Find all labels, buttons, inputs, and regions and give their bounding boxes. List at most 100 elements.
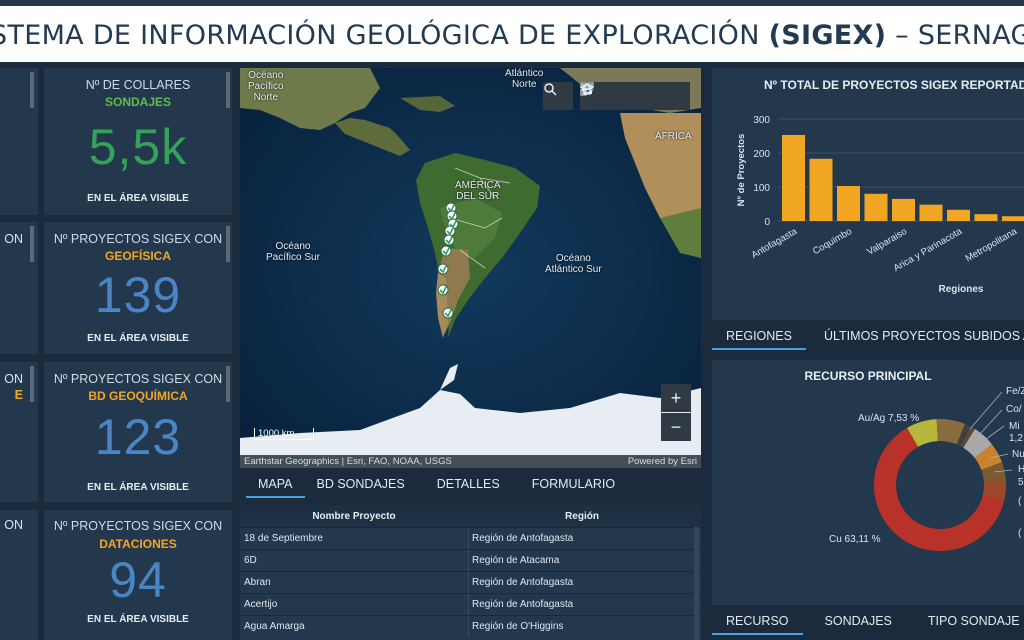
- card-scrollbar[interactable]: [226, 226, 230, 262]
- bar-chart-panel: Nº TOTAL DE PROYECTOS SIGEX REPORTADOS 0…: [712, 68, 1024, 320]
- stat-foot: EN EL ÁREA VISIBLE: [87, 614, 189, 625]
- bar-chart: 0100200300Antofagasta Coquimbo ValparaisoA…: [736, 115, 1024, 295]
- map-attribution-bar: Earthstar Geographics | Esri, FAO, NOAA,…: [240, 455, 701, 468]
- partial-card-label: ON: [4, 372, 23, 386]
- stat-value: 5,5k: [88, 119, 188, 175]
- stat-card-collares: Nº DE COLLARES SONDAJES 5,5k EN EL ÁREA …: [44, 68, 232, 215]
- table-header: Nombre Proyecto Región: [240, 505, 701, 527]
- map-label-america-sur: AMÉRICA DEL SUR: [455, 180, 501, 202]
- stat-foot: EN EL ÁREA VISIBLE: [87, 333, 189, 344]
- bar: [974, 214, 998, 221]
- zoom-out-button[interactable]: −: [661, 413, 691, 441]
- partial-card-label: ON: [4, 232, 23, 246]
- stat-sub: DATACIONES: [99, 537, 177, 551]
- map-attribution[interactable]: Earthstar Geographics | Esri, FAO, NOAA,…: [244, 456, 452, 467]
- table-row[interactable]: Abran Región de Antofagasta: [240, 571, 701, 593]
- powered-by-esri[interactable]: Powered by Esri: [628, 456, 697, 467]
- x-axis-label: Regiones: [938, 284, 983, 295]
- pie-label-fe: Fe/Z: [1006, 386, 1024, 397]
- bar: [809, 158, 833, 221]
- cell-nombre: Acertijo: [244, 599, 278, 610]
- table-scrollbar[interactable]: [694, 527, 699, 640]
- table-row[interactable]: Agua Amarga Región de O'Higgins: [240, 615, 701, 637]
- stat-card-geoquimica: Nº PROYECTOS SIGEX CON BD GEOQUÍMICA 123…: [44, 362, 232, 502]
- search-icon[interactable]: [543, 82, 573, 110]
- page-title: STEMA DE INFORMACIÓN GEOLÓGICA DE EXPLOR…: [0, 20, 1024, 51]
- map-label-africa: ÁFRICA: [655, 131, 692, 142]
- cell-nombre: Abran: [244, 577, 271, 588]
- leader-line: [977, 409, 1003, 437]
- map-label-atlantico-norte: Atlántico Norte: [505, 68, 544, 90]
- map-label-pacifico-norte: Océano Pacífico Norte: [248, 70, 284, 103]
- y-tick-label: 200: [753, 149, 770, 160]
- donut-slice[interactable]: [974, 444, 1002, 471]
- map-toolbar: [580, 82, 690, 110]
- zoom-in-button[interactable]: +: [661, 384, 691, 412]
- x-tick-label: Metropolitana: [964, 226, 1020, 265]
- cell-region: Región de Antofagasta: [468, 528, 693, 549]
- stat-foot: EN EL ÁREA VISIBLE: [87, 482, 189, 493]
- bar: [782, 134, 805, 221]
- bar: [864, 193, 888, 221]
- table-row[interactable]: 18 de Septiembre Región de Antofagasta: [240, 527, 701, 549]
- stat-sub: GEOFÍSICA: [104, 249, 171, 263]
- y-tick-label: 100: [753, 183, 770, 194]
- tab-detalles[interactable]: DETALLES: [417, 470, 520, 498]
- stat-label: Nº DE COLLARES: [85, 78, 191, 92]
- table-row[interactable]: Acertijo Región de Antofagasta: [240, 593, 701, 615]
- pie-tabs: RECURSO SONDAJES TIPO SONDAJE: [712, 607, 1024, 635]
- pie-label-nu: Nu: [1012, 449, 1024, 460]
- cell-nombre: 18 de Septiembre: [244, 533, 323, 544]
- map-view[interactable]: Océano Pacífico Norte Atlántico Norte ÁFRIC…: [240, 68, 701, 468]
- tab-tipo-sondaje[interactable]: TIPO SONDAJE: [914, 607, 1024, 635]
- pie-label-mi-pct: 1,2: [1009, 433, 1023, 444]
- stat-card-dataciones: Nº PROYECTOS SIGEX CON DATACIONES 94 EN …: [44, 510, 232, 640]
- table-row[interactable]: 6D Región de Atacama: [240, 549, 701, 571]
- y-tick-label: 300: [753, 115, 770, 126]
- donut-slice[interactable]: [936, 419, 966, 445]
- pie-label-au: Au/Ag 7,53 %: [858, 413, 920, 424]
- tab-sondajes[interactable]: SONDAJES: [803, 607, 914, 635]
- donut-slice[interactable]: [982, 480, 1006, 500]
- donut-slice[interactable]: [907, 419, 939, 448]
- card-scrollbar[interactable]: [226, 366, 230, 402]
- card-scrollbar[interactable]: [226, 72, 230, 108]
- partial-card-sub: E: [14, 388, 23, 402]
- map-label-pacifico-sur: Océano Pacífico Sur: [266, 241, 320, 263]
- tab-formulario[interactable]: FORMULARIO: [520, 470, 627, 498]
- partial-card-2: ON: [0, 222, 38, 354]
- column-header-region[interactable]: Región: [468, 505, 693, 527]
- x-tick-label: Coquimbo: [811, 226, 854, 257]
- stat-foot: EN EL ÁREA VISIBLE: [87, 193, 189, 204]
- tab-recurso[interactable]: RECURSO: [712, 607, 803, 635]
- pie-label-cu: Cu 63,11 %: [829, 534, 881, 545]
- cell-region: Región de Antofagasta: [468, 572, 693, 593]
- map-scale-bar: 1000 km: [254, 428, 314, 440]
- map-label-atlantico-sur: Océano Atlántico Sur: [545, 253, 602, 275]
- bar: [919, 204, 943, 221]
- bar: [947, 209, 970, 221]
- tab-ultimos-proyectos[interactable]: ÚLTIMOS PROYECTOS SUBIDOS A: [806, 322, 1024, 350]
- pie-label-h-pct: 5: [1018, 477, 1024, 488]
- donut-chart: [874, 391, 1013, 551]
- partial-card-1: [0, 68, 38, 215]
- bar: [837, 185, 860, 221]
- partial-card-label: ON: [4, 518, 23, 532]
- donut-slice[interactable]: [956, 423, 971, 447]
- column-header-nombre[interactable]: Nombre Proyecto: [240, 511, 468, 522]
- pie-label-h: H: [1018, 464, 1024, 475]
- x-tick-label: Antofagasta: [750, 226, 800, 261]
- donut-slice[interactable]: [981, 462, 1006, 483]
- donut-slice[interactable]: [962, 429, 992, 459]
- pie-label-co: Co/: [1006, 404, 1022, 415]
- cell-region: Región de O'Higgins: [468, 616, 693, 637]
- tab-bd-sondajes[interactable]: BD SONDAJES: [305, 470, 417, 498]
- stat-value: 139: [94, 267, 182, 323]
- stat-label: Nº PROYECTOS SIGEX CON: [53, 519, 223, 533]
- cell-region: Región de Antofagasta: [468, 594, 693, 615]
- pie-label-extra-2: (: [1018, 528, 1022, 539]
- stat-value: 123: [94, 409, 182, 465]
- tab-mapa[interactable]: MAPA: [246, 470, 305, 498]
- tab-regiones[interactable]: REGIONES: [712, 322, 806, 350]
- donut-slice[interactable]: [960, 426, 976, 448]
